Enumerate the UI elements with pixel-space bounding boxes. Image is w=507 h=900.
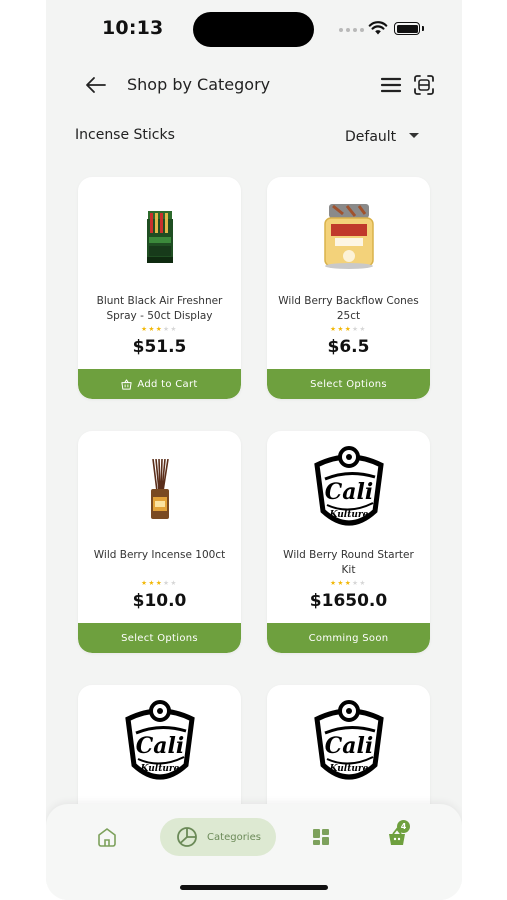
wifi-icon — [368, 21, 388, 35]
cali-kulture-logo: Cali Kulture — [313, 446, 384, 526]
rating-stars: ★★★★★ — [330, 579, 367, 587]
grid-icon — [313, 829, 329, 845]
sort-value: Default — [345, 129, 397, 145]
nav-home[interactable] — [94, 824, 120, 850]
coming-soon-label: Comming Soon — [308, 632, 389, 644]
svg-text:Cali: Cali — [324, 479, 372, 505]
category-label: Incense Sticks — [75, 127, 175, 143]
product-card[interactable]: Wild Berry Backflow Cones 25ct ★★★★★ $6.… — [267, 177, 430, 399]
product-price: $10.0 — [132, 591, 187, 611]
signal-icon — [339, 28, 364, 32]
rating-stars: ★★★★★ — [330, 325, 367, 333]
product-name: Wild Berry Incense 100ct — [93, 549, 226, 561]
page-title: Shop by Category — [127, 75, 271, 94]
product-price: $6.5 — [327, 337, 370, 357]
home-indicator — [180, 885, 328, 890]
svg-text:Cali: Cali — [324, 733, 372, 759]
chevron-down-icon — [409, 133, 419, 138]
battery-icon — [394, 22, 420, 35]
basket-icon — [121, 378, 132, 390]
nav-cart[interactable]: 4 — [382, 820, 412, 852]
menu-icon[interactable] — [380, 75, 402, 95]
nav-categories-label: Categories — [207, 831, 261, 843]
select-options-button[interactable]: Select Options — [267, 369, 430, 399]
rating-stars: ★★★★★ — [141, 579, 178, 587]
product-image — [267, 187, 430, 287]
cones-jar-icon — [323, 204, 374, 269]
add-to-cart-button[interactable]: Add to Cart — [78, 369, 241, 399]
nav-categories[interactable]: Categories — [160, 818, 276, 856]
status-icons — [339, 20, 429, 40]
product-card[interactable]: Wild Berry Incense 100ct ★★★★★ $10.0 Sel… — [78, 431, 241, 653]
select-options-label: Select Options — [310, 378, 387, 390]
product-price: $51.5 — [132, 337, 187, 357]
coming-soon-button[interactable]: Comming Soon — [267, 623, 430, 653]
cart-count-badge: 4 — [397, 820, 410, 833]
product-name: Wild Berry Round Starter Kit — [283, 549, 414, 576]
svg-text:Cali: Cali — [135, 733, 183, 759]
product-image: Cali Kulture — [267, 695, 430, 795]
back-arrow-icon[interactable] — [84, 74, 108, 96]
cali-kulture-logo: Cali Kulture — [124, 700, 195, 780]
svg-text:Kulture: Kulture — [328, 764, 368, 774]
pie-chart-icon — [177, 827, 197, 847]
dynamic-island — [193, 12, 314, 47]
spray-display-icon — [146, 211, 173, 263]
svg-text:Kulture: Kulture — [139, 764, 179, 774]
nav-dashboard[interactable] — [308, 824, 334, 850]
product-name: Blunt Black Air Freshner Spray - 50ct Di… — [96, 295, 223, 322]
product-card[interactable]: Cali Kulture Wild Berry Round Starter Ki… — [267, 431, 430, 653]
product-price: $1650.0 — [309, 591, 388, 611]
scan-icon[interactable] — [412, 73, 436, 97]
product-image — [78, 187, 241, 287]
cali-kulture-logo: Cali Kulture — [313, 700, 384, 780]
add-to-cart-label: Add to Cart — [137, 378, 198, 390]
svg-text:Kulture: Kulture — [328, 510, 368, 520]
product-name: Wild Berry Backflow Cones 25ct — [278, 295, 419, 322]
select-options-button[interactable]: Select Options — [78, 623, 241, 653]
select-options-label: Select Options — [121, 632, 198, 644]
home-icon — [98, 828, 116, 847]
product-image: Cali Kulture — [78, 695, 241, 795]
phone-screen: 10:13 Shop by Category Incense Sticks De… — [46, 0, 462, 900]
product-image — [78, 441, 241, 541]
sort-dropdown[interactable]: Default — [345, 127, 425, 147]
rating-stars: ★★★★★ — [141, 325, 178, 333]
incense-bundle-icon — [150, 459, 169, 519]
product-image: Cali Kulture — [267, 441, 430, 541]
status-time: 10:13 — [102, 17, 164, 39]
battery-tip — [422, 26, 424, 31]
product-card[interactable]: Blunt Black Air Freshner Spray - 50ct Di… — [78, 177, 241, 399]
